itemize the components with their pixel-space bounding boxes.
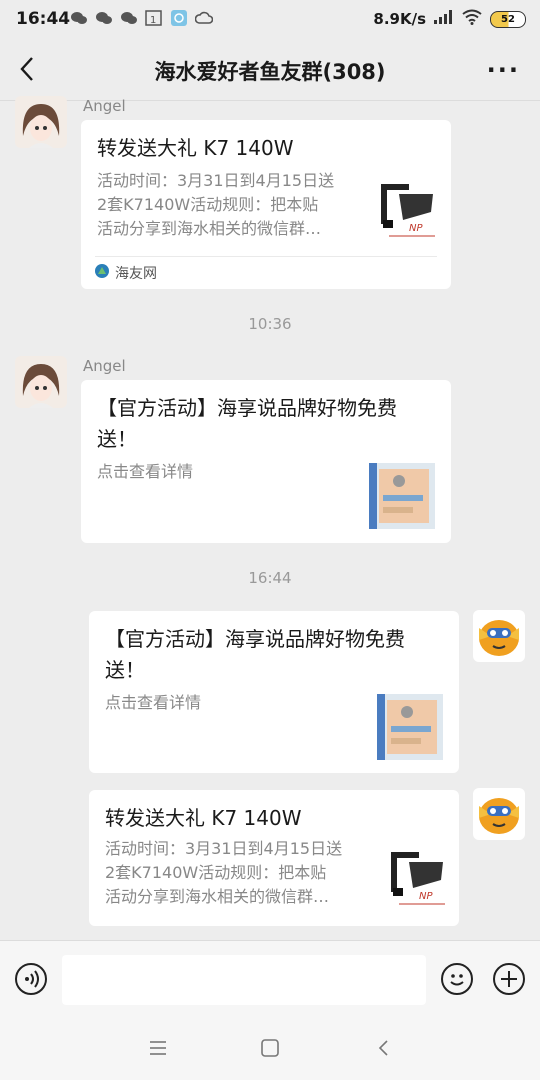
voice-icon[interactable] <box>15 963 47 995</box>
svg-text:1: 1 <box>150 15 156 26</box>
link-card[interactable]: 【官方活动】海享说品牌好物免费 送！ 点击查看详情 <box>89 611 459 773</box>
calendar-icon: 1 <box>145 10 163 26</box>
site-logo-icon <box>95 264 109 282</box>
chat-title: 海水爱好者鱼友群(308) <box>154 60 386 84</box>
input-bar <box>0 940 540 1017</box>
emoji-icon[interactable] <box>441 963 473 995</box>
link-card[interactable]: 转发送大礼 K7 140W 活动时间：3月31日到4月15日送 2套K7140W… <box>81 120 451 289</box>
plus-icon[interactable] <box>493 963 525 995</box>
app-icon <box>170 10 188 26</box>
signal-icon <box>434 10 454 28</box>
menu-icon[interactable] <box>148 1038 168 1062</box>
avatar[interactable] <box>473 788 525 840</box>
wechat-icon <box>70 10 88 26</box>
timestamp: 16:44 <box>248 569 292 587</box>
card-title: 转发送大礼 K7 140W <box>105 806 302 830</box>
card-description: 点击查看详情 <box>105 693 202 712</box>
notification-icons: 1 <box>70 10 214 26</box>
card-thumbnail: NP <box>379 844 449 914</box>
card-description: 活动时间：3月31日到4月15日送 2套K7140W活动规则：把本贴 活动分享到… <box>105 839 343 906</box>
link-card[interactable]: 【官方活动】海享说品牌好物免费 送！ 点击查看详情 <box>81 380 451 543</box>
wechat-icon <box>95 10 113 26</box>
chat-header: 海水爱好者鱼友群(308) ··· <box>0 38 540 101</box>
card-title: 【官方活动】海享说品牌好物免费 送！ <box>105 627 405 682</box>
avatar[interactable] <box>15 96 67 148</box>
avatar[interactable] <box>15 356 67 408</box>
more-icon[interactable]: ··· <box>487 56 520 84</box>
card-description: 点击查看详情 <box>97 462 194 481</box>
timestamp: 10:36 <box>248 315 292 333</box>
card-title: 转发送大礼 K7 140W <box>97 136 294 160</box>
sender-name: Angel <box>83 97 126 115</box>
card-thumbnail <box>377 694 443 764</box>
card-title: 【官方活动】海享说品牌好物免费 送！ <box>97 396 397 451</box>
sender-name: Angel <box>83 357 126 375</box>
link-card[interactable]: 转发送大礼 K7 140W 活动时间：3月31日到4月15日送 2套K7140W… <box>89 790 459 926</box>
cloud-icon <box>194 10 214 26</box>
status-bar: 16:44 1 8.9K/s 52 <box>0 0 540 38</box>
message-input[interactable] <box>62 955 426 1005</box>
svg-text:NP: NP <box>409 223 423 234</box>
home-icon[interactable] <box>260 1038 280 1062</box>
wifi-icon <box>462 9 482 29</box>
card-source: 海友网 <box>95 263 157 283</box>
network-speed: 8.9K/s <box>373 10 426 28</box>
svg-text:NP: NP <box>419 891 433 902</box>
card-thumbnail <box>369 463 435 533</box>
card-description: 活动时间：3月31日到4月15日送 2套K7140W活动规则：把本贴 活动分享到… <box>97 171 335 238</box>
avatar[interactable] <box>473 610 525 662</box>
system-nav-bar <box>0 1016 540 1080</box>
wechat-icon <box>120 10 138 26</box>
card-thumbnail: NP <box>369 176 439 246</box>
status-time: 16:44 <box>16 9 71 29</box>
battery-icon: 52 <box>490 10 526 28</box>
back-nav-icon[interactable] <box>374 1038 394 1062</box>
